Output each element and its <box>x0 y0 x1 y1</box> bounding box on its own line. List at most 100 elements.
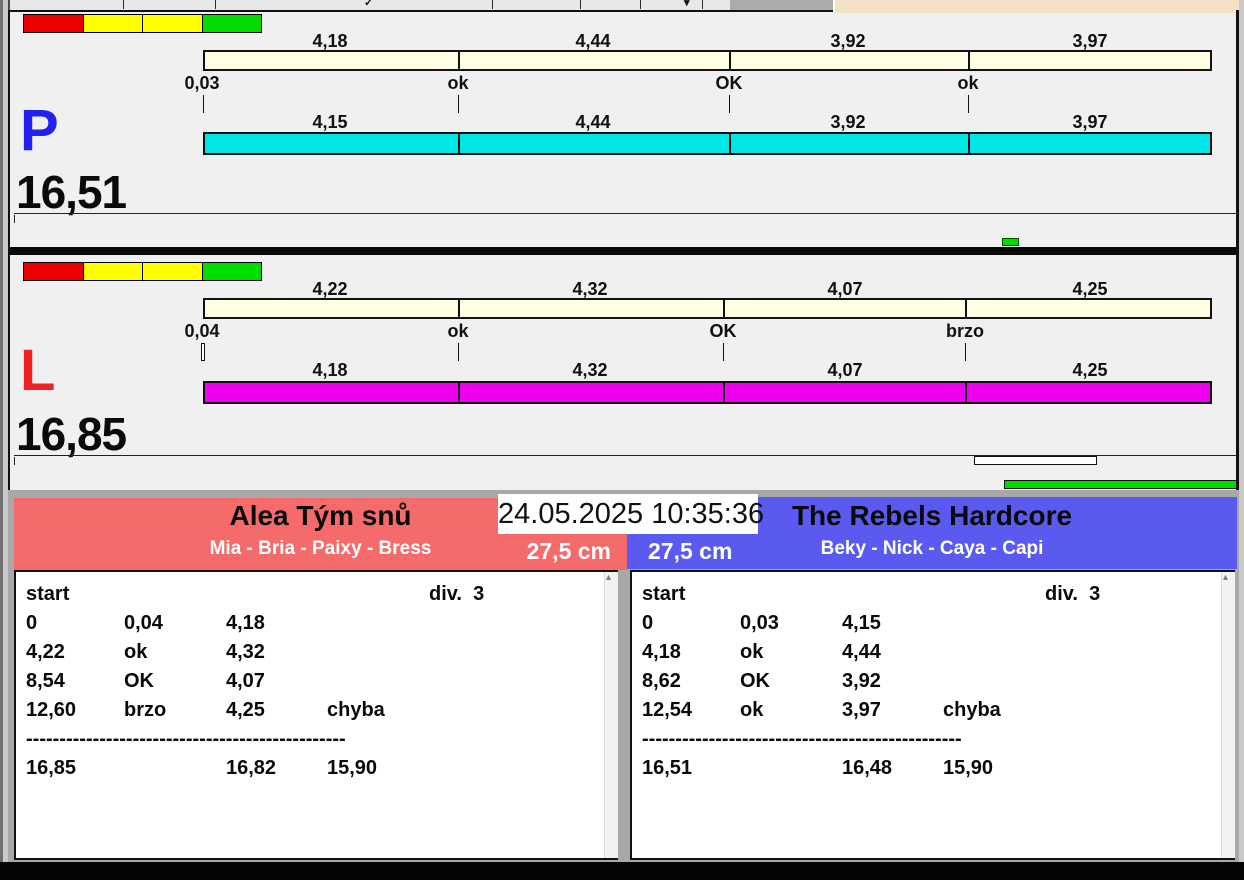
lane-divider <box>0 247 1244 255</box>
cell: ok <box>740 699 764 721</box>
team-left-height: 27,5 cm <box>526 538 611 564</box>
cell: OK <box>740 670 770 692</box>
status-label: 0,04 <box>184 321 220 341</box>
top-toolbar-sliver[interactable]: ✓ ▾ <box>0 0 1244 13</box>
status-label: OK <box>709 321 737 341</box>
status-label: ok <box>447 321 469 341</box>
total-net: 16,82 <box>226 757 277 779</box>
split-value: 4,18 <box>312 360 348 380</box>
split-value: 4,07 <box>827 279 863 299</box>
total-net: 16,48 <box>842 757 893 779</box>
cell: 0 <box>642 612 654 634</box>
split-bar <box>203 298 1212 319</box>
cell: 3,92 <box>842 670 881 692</box>
lane-l-progress-bar <box>203 381 1212 404</box>
ruler-tick <box>729 95 730 113</box>
team-right-results-table: start div. 3 0 0,03 4,15 4,18 ok 4,44 8,… <box>630 570 1235 860</box>
split-bar <box>203 50 1212 71</box>
toolbar-tan-panel <box>833 0 1240 13</box>
status-label: ok <box>957 73 979 93</box>
toolbar-divider <box>215 0 216 9</box>
ruler-tick <box>968 95 969 113</box>
scroll-up-icon[interactable]: ▴ <box>606 573 611 583</box>
split-value: 3,92 <box>830 112 866 132</box>
traffic-cell-yellow <box>83 263 143 280</box>
cell: 8,62 <box>642 670 681 692</box>
traffic-cell-yellow <box>143 263 203 280</box>
cell: ok <box>740 641 764 663</box>
lane-p-total-time: 16,51 <box>16 166 127 218</box>
split-value: 4,32 <box>572 360 608 380</box>
chevron-down-icon[interactable]: ▾ <box>684 0 690 9</box>
datetime-display: 24.05.2025 10:35:36 <box>498 494 764 534</box>
split-value: 4,44 <box>575 31 611 51</box>
toolbar-divider <box>123 0 124 9</box>
table-header-div: div. 3 <box>429 583 485 605</box>
bar-divider <box>723 383 725 402</box>
cell: 12,60 <box>26 699 77 721</box>
total-time: 16,85 <box>26 757 77 779</box>
lane-l-letter: L <box>20 338 56 403</box>
cell: 3,97 <box>842 699 881 721</box>
team-left-results-table: start div. 3 0 0,04 4,18 4,22 ok 4,32 8,… <box>14 570 618 860</box>
ruler-tick <box>458 95 459 113</box>
split-value: 4,07 <box>827 360 863 380</box>
panel-border-left <box>8 10 10 490</box>
status-label: 0,03 <box>184 73 220 93</box>
lane-l-total-time: 16,85 <box>16 408 127 460</box>
team-right-height: 27,5 cm <box>648 538 733 564</box>
bar-divider <box>965 383 967 402</box>
status-indicator-green <box>1002 238 1019 246</box>
ruler-tick <box>203 95 204 113</box>
table-separator: ----------------------------------------… <box>642 728 962 750</box>
split-value: 4,44 <box>575 112 611 132</box>
ruler-tick-double <box>201 343 205 361</box>
cell: 4,25 <box>226 699 265 721</box>
ruler-tick <box>458 343 459 361</box>
traffic-cell-green <box>202 15 261 32</box>
status-label: brzo <box>946 321 984 341</box>
panel-top-border <box>8 10 833 12</box>
split-value: 4,15 <box>312 112 348 132</box>
cell: 4,15 <box>842 612 881 634</box>
cell: 4,18 <box>642 641 681 663</box>
bar-divider <box>458 383 460 402</box>
toolbar-divider <box>492 0 493 9</box>
window-border-right <box>1239 0 1244 862</box>
traffic-cell-yellow <box>83 15 143 32</box>
cell: 4,18 <box>226 612 265 634</box>
cell: 4,22 <box>26 641 65 663</box>
split-value: 4,25 <box>1072 360 1108 380</box>
split-value: 4,22 <box>312 279 348 299</box>
cell-error: chyba <box>943 699 1001 721</box>
lane-p-progress-bar <box>203 132 1212 155</box>
cell: 0,03 <box>740 612 779 634</box>
window-border-left <box>0 0 8 862</box>
status-indicator-white <box>974 456 1097 465</box>
cell: ok <box>124 641 148 663</box>
bar-divider <box>458 134 460 153</box>
traffic-cell-red <box>24 263 84 280</box>
total-time: 16,51 <box>642 757 693 779</box>
split-value: 4,25 <box>1072 279 1108 299</box>
cell: 0 <box>26 612 38 634</box>
window-bottom-bar <box>0 862 1244 880</box>
toolbar-divider <box>580 0 581 9</box>
lane-p-letter: P <box>20 98 59 163</box>
ruler-tick <box>14 457 15 465</box>
cell: 12,54 <box>642 699 693 721</box>
table-header-start: start <box>26 583 70 605</box>
toolbar-divider <box>640 0 641 9</box>
table-header-div: div. 3 <box>1045 583 1101 605</box>
split-value: 3,92 <box>830 31 866 51</box>
status-indicator-green-bar <box>1004 480 1237 489</box>
table-separator: ----------------------------------------… <box>26 728 346 750</box>
bar-divider <box>968 52 970 69</box>
team-right-scrollbar[interactable]: ▴ <box>1221 572 1235 858</box>
scroll-up-icon[interactable]: ▴ <box>1223 573 1228 583</box>
traffic-light-bar <box>23 14 262 33</box>
cell: OK <box>124 670 154 692</box>
team-left-scrollbar[interactable]: ▴ <box>604 572 618 858</box>
bar-divider <box>968 134 970 153</box>
timing-app-window: ✓ ▾ 4,18 4,44 3,92 3,97 0,03 ok OK ok 4,… <box>0 0 1244 880</box>
